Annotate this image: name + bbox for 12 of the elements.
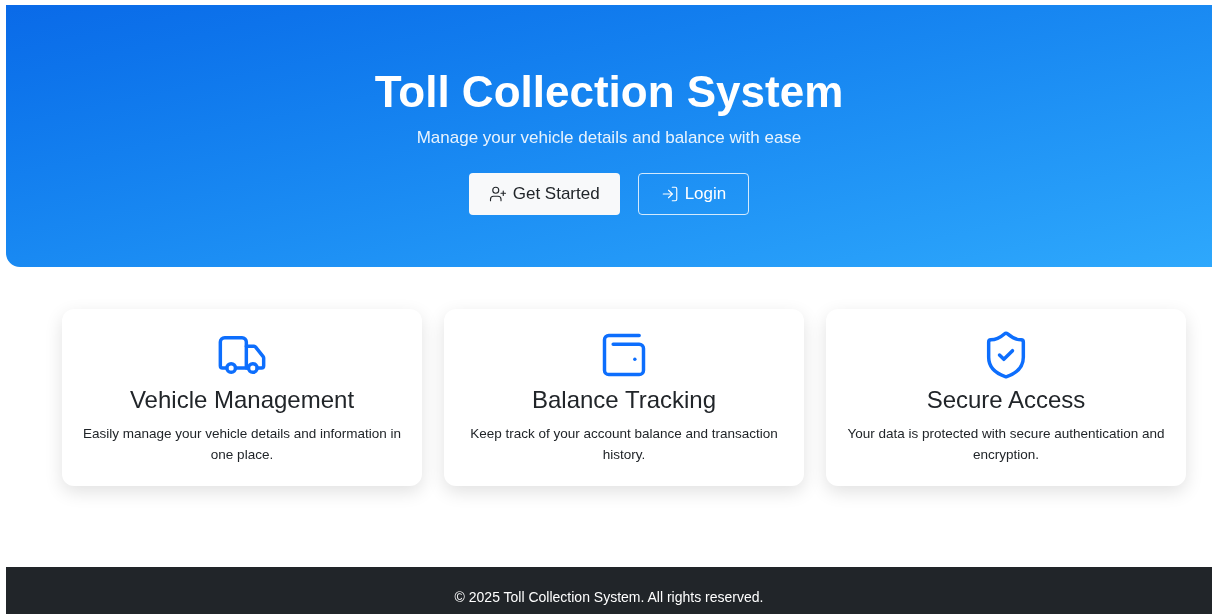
hero-subtitle: Manage your vehicle details and balance with ease bbox=[416, 127, 802, 149]
copyright-text: © 2025 Toll Collection System. All rights reserved. bbox=[454, 588, 764, 607]
login-icon bbox=[660, 184, 679, 203]
add-user-icon bbox=[488, 184, 507, 203]
feature-title: Vehicle Management bbox=[129, 385, 355, 415]
get-started-button[interactable]: Get Started bbox=[468, 172, 620, 215]
feature-title: Balance Tracking bbox=[531, 385, 717, 415]
feature-description: Easily manage your vehicle details and information in one place. bbox=[81, 425, 403, 464]
feature-description: Your data is protected with secure authentication and encryption. bbox=[846, 425, 1166, 464]
feature-title: Secure Access bbox=[926, 385, 1086, 415]
feature-description: Keep track of your account balance and transaction history. bbox=[469, 425, 779, 464]
hero-title: Toll Collection System bbox=[374, 67, 844, 117]
